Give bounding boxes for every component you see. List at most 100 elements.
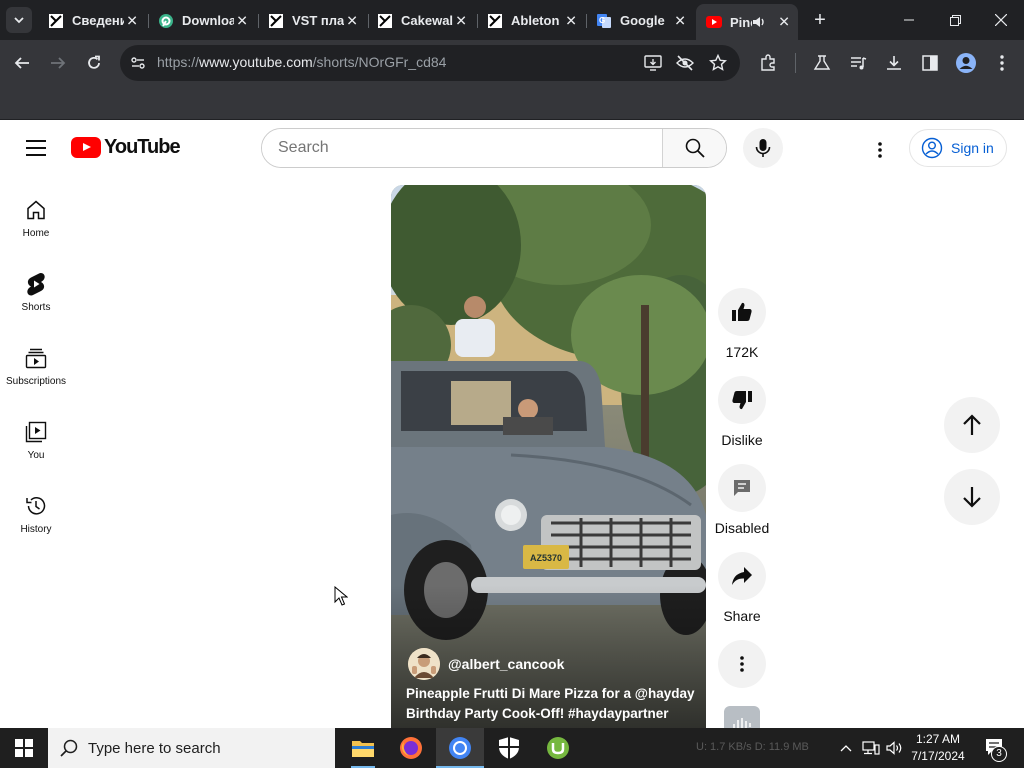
history-icon xyxy=(24,494,48,518)
browser-menu-button[interactable] xyxy=(988,49,1016,77)
share-button[interactable] xyxy=(718,552,766,600)
minimize-button[interactable] xyxy=(886,0,932,40)
side-panel-button[interactable] xyxy=(916,49,944,77)
tab-google[interactable]: G Google ✕ xyxy=(586,5,694,36)
sidebar-item-home[interactable]: Home xyxy=(0,182,72,252)
show-hidden-icons-button[interactable] xyxy=(836,728,856,768)
sound-thumbnail[interactable] xyxy=(724,706,760,728)
bookmark-star-icon[interactable] xyxy=(708,53,728,77)
close-tab-icon[interactable]: ✕ xyxy=(674,12,686,29)
short-video-player[interactable]: AZ5370 @albert_cancook Pineapple Frutti … xyxy=(391,185,706,728)
guide-menu-button[interactable] xyxy=(22,136,50,160)
sidebar-item-you[interactable]: You xyxy=(0,404,72,474)
downloads-button[interactable] xyxy=(880,49,908,77)
account-circle-icon xyxy=(921,137,943,159)
next-short-button[interactable] xyxy=(944,469,1000,525)
hamburger-line xyxy=(26,140,46,142)
sidebar-item-label: You xyxy=(27,450,45,461)
tab-download[interactable]: Download ✕ xyxy=(148,5,256,36)
sidebar-item-subscriptions[interactable]: Subscriptions xyxy=(0,330,72,400)
forward-button[interactable] xyxy=(44,49,72,77)
start-button[interactable] xyxy=(0,728,48,768)
clock-date: 7/17/2024 xyxy=(911,749,965,763)
document-icon xyxy=(487,13,503,29)
eye-off-icon[interactable] xyxy=(676,54,694,77)
search-box xyxy=(261,128,727,168)
folder-icon xyxy=(352,741,374,757)
document-icon xyxy=(48,13,64,29)
search-icon xyxy=(685,138,705,158)
tab-cakewalk[interactable]: Cakewalk ✕ xyxy=(367,5,475,36)
profile-button[interactable] xyxy=(952,49,980,77)
install-app-icon[interactable] xyxy=(644,54,662,77)
media-control-button[interactable] xyxy=(844,49,872,77)
reload-button[interactable] xyxy=(80,49,108,77)
search-button[interactable] xyxy=(662,129,726,167)
labs-button[interactable] xyxy=(808,49,836,77)
home-icon xyxy=(24,198,48,222)
close-tab-icon[interactable]: ✕ xyxy=(455,12,467,29)
speaker-icon[interactable] xyxy=(752,15,766,29)
hamburger-line xyxy=(26,147,46,149)
search-input[interactable] xyxy=(262,129,664,167)
hamburger-line xyxy=(26,154,46,156)
close-tab-icon[interactable]: ✕ xyxy=(236,12,248,29)
shorts-icon xyxy=(24,272,48,296)
settings-menu-button[interactable] xyxy=(866,136,894,164)
network-status-button[interactable] xyxy=(860,728,882,768)
firefox-icon xyxy=(400,737,422,759)
network-speed-text: U: 1.7 KB/s D: 11.9 MB xyxy=(696,741,809,753)
youtube-logo[interactable]: YouTube xyxy=(71,136,181,159)
extensions-button[interactable] xyxy=(755,49,783,77)
like-button[interactable] xyxy=(718,288,766,336)
taskbar-utorrent[interactable] xyxy=(534,728,582,768)
tab-title: VST плагин xyxy=(292,13,344,28)
browser-toolbar: https://www.youtube.com/shorts/NOrGFr_cd… xyxy=(0,40,1024,86)
tab-youtube-short[interactable]: Pineapple ✕ xyxy=(696,4,798,40)
new-tab-button[interactable]: + xyxy=(808,8,832,32)
toolbar-divider xyxy=(795,53,796,73)
tab-ableton[interactable]: Ableton ✕ xyxy=(477,5,585,36)
voice-search-button[interactable] xyxy=(743,128,783,168)
volume-button[interactable] xyxy=(884,728,906,768)
address-bar[interactable]: https://www.youtube.com/shorts/NOrGFr_cd… xyxy=(120,45,740,81)
close-window-button[interactable] xyxy=(978,0,1024,40)
site-info-icon[interactable] xyxy=(130,55,146,76)
tab-title: Ableton xyxy=(511,13,560,28)
google-translate-icon: G xyxy=(596,13,612,29)
arrow-up-icon xyxy=(963,414,981,435)
taskbar-firefox[interactable] xyxy=(387,728,435,768)
channel-info[interactable]: @albert_cancook xyxy=(408,648,564,680)
channel-handle[interactable]: @albert_cancook xyxy=(448,656,564,672)
action-center-button[interactable]: 3 xyxy=(980,728,1014,768)
tab-vst[interactable]: VST плагин ✕ xyxy=(258,5,366,36)
sidebar-item-shorts[interactable]: Shorts xyxy=(0,256,72,326)
more-options-button[interactable] xyxy=(718,640,766,688)
taskbar-chrome[interactable] xyxy=(436,728,484,768)
windows-taskbar: Type here to search U: 1.7 KB/s D: 11.9 … xyxy=(0,728,1024,768)
previous-short-button[interactable] xyxy=(944,397,1000,453)
youtube-play-logo-icon xyxy=(71,137,101,158)
chevron-up-icon xyxy=(840,745,852,752)
queue-music-icon xyxy=(851,57,867,70)
taskbar-security-app[interactable] xyxy=(485,728,533,768)
taskbar-search-box[interactable]: Type here to search xyxy=(48,728,335,768)
tab-search-button[interactable] xyxy=(6,7,32,33)
back-button[interactable] xyxy=(8,49,36,77)
dislike-button[interactable] xyxy=(718,376,766,424)
restore-button[interactable] xyxy=(932,0,978,40)
close-icon xyxy=(995,14,1007,26)
close-tab-icon[interactable]: ✕ xyxy=(565,12,577,29)
close-tab-icon[interactable]: ✕ xyxy=(126,12,138,29)
clock-time: 1:27 AM xyxy=(915,732,961,746)
close-tab-icon[interactable]: ✕ xyxy=(778,14,790,31)
taskbar-file-explorer[interactable] xyxy=(339,728,387,768)
close-tab-icon[interactable]: ✕ xyxy=(346,12,358,29)
comments-button[interactable] xyxy=(718,464,766,512)
sidebar-item-history[interactable]: History xyxy=(0,478,72,548)
channel-avatar[interactable] xyxy=(408,648,440,680)
taskbar-clock[interactable]: 1:27 AM 7/17/2024 xyxy=(905,731,971,765)
tab-svedeniya[interactable]: Сведения ✕ xyxy=(38,5,146,36)
shield-icon xyxy=(499,737,519,759)
sign-in-button[interactable]: Sign in xyxy=(909,129,1007,167)
